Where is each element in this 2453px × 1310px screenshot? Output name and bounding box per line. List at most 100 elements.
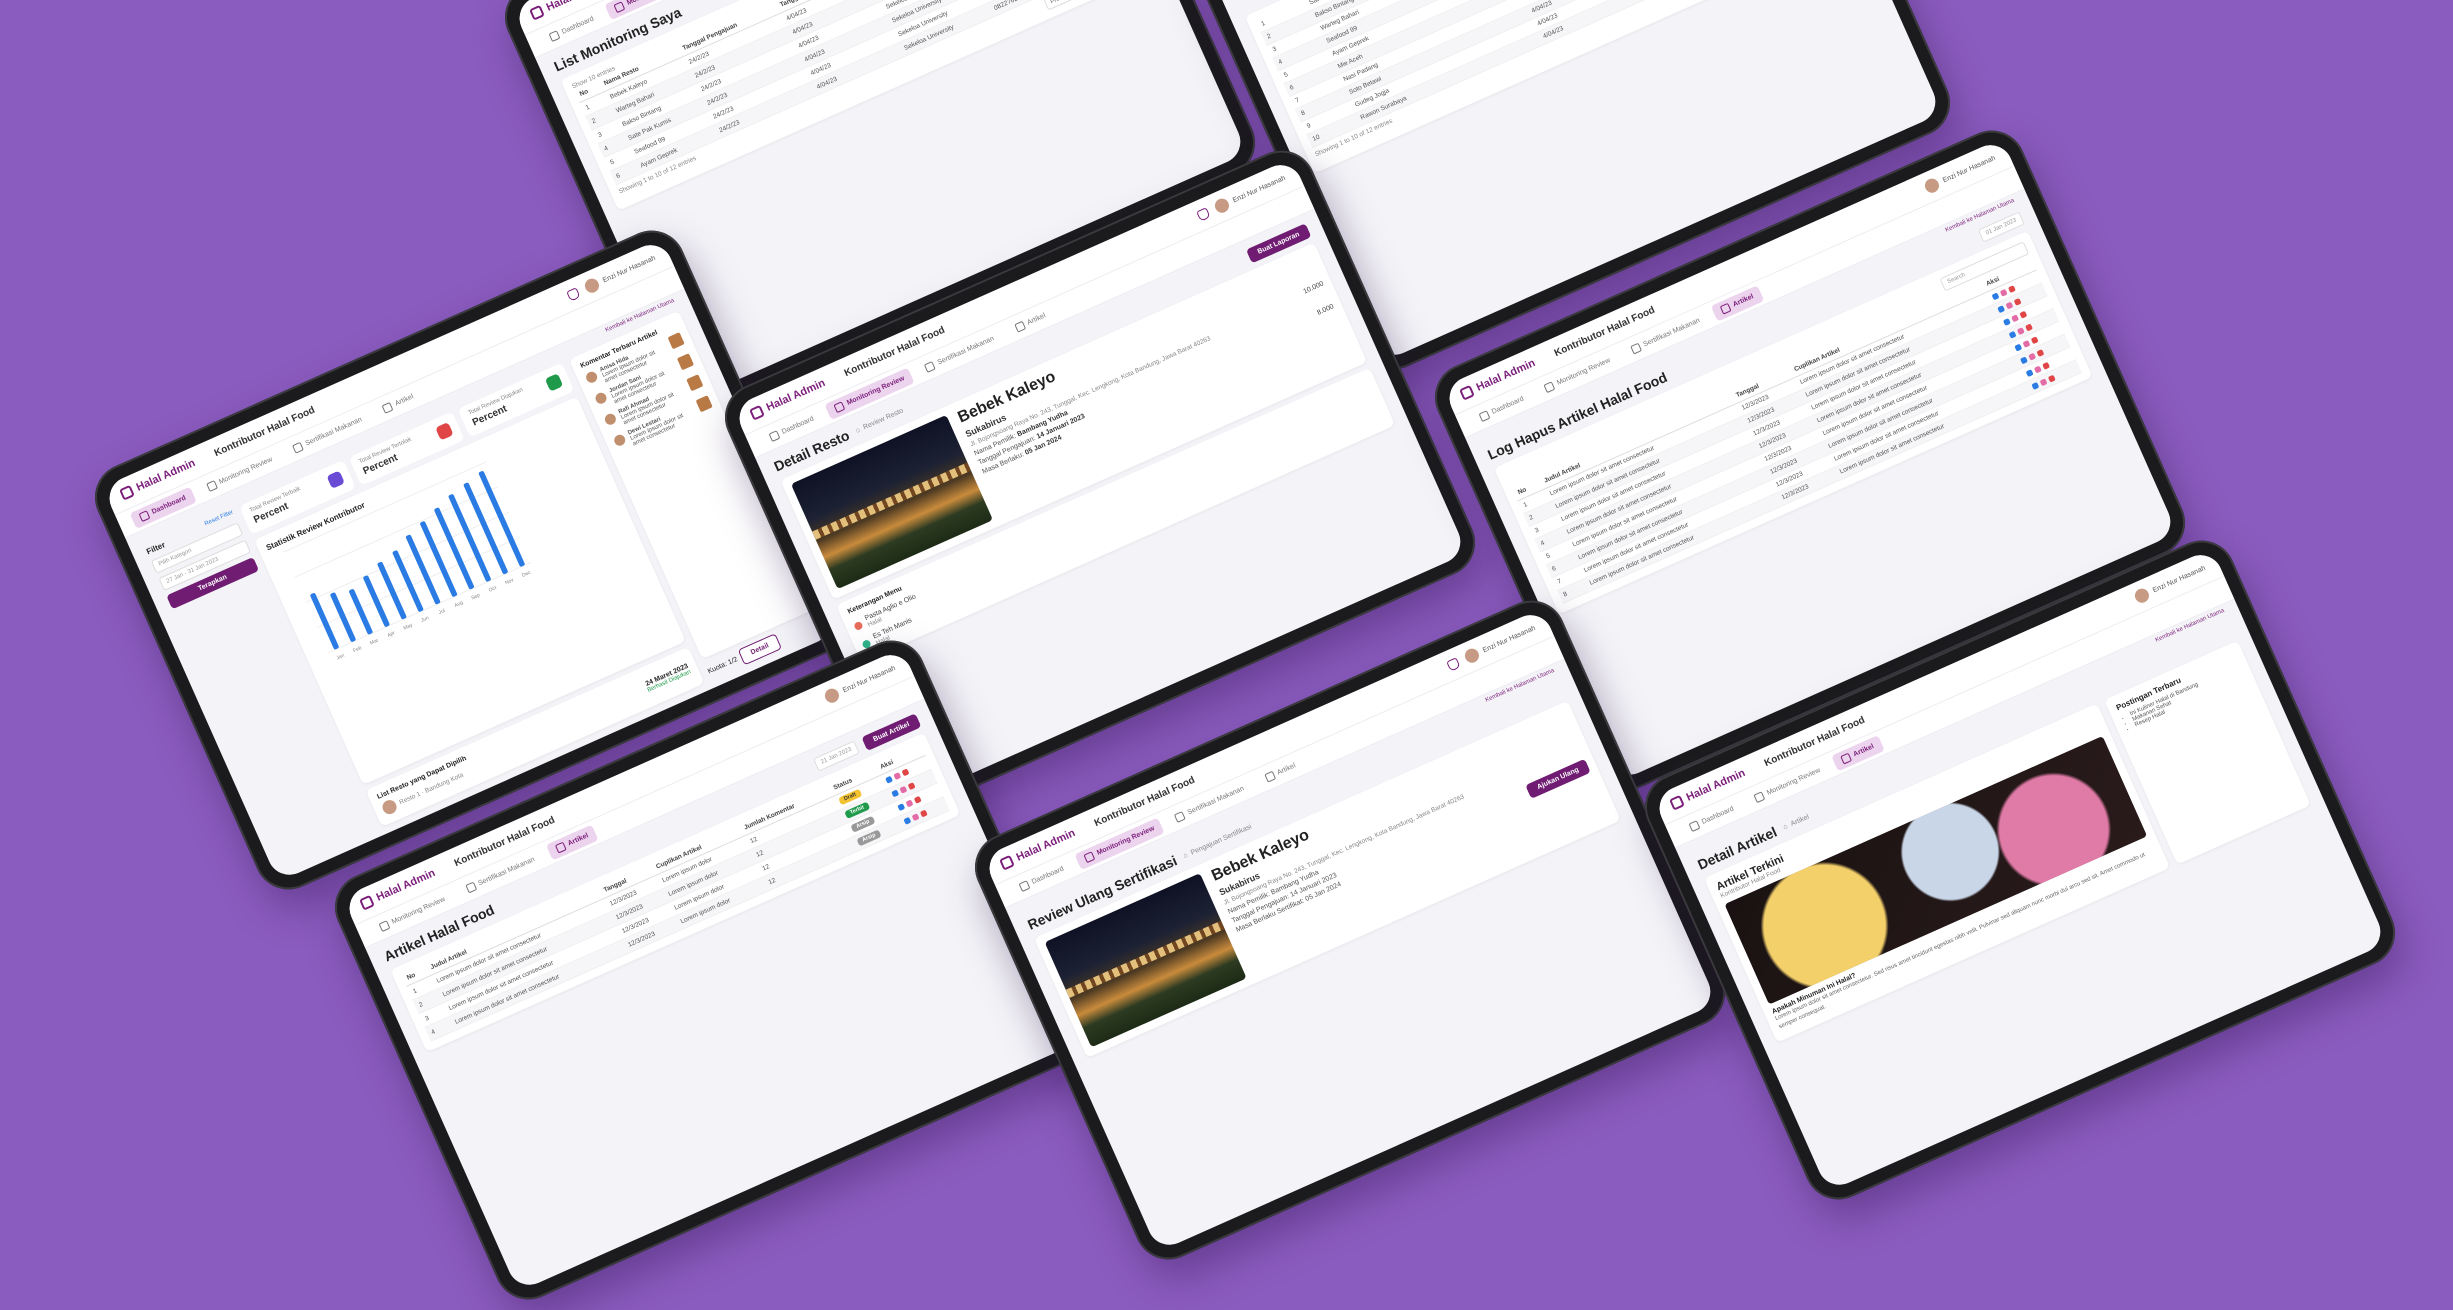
halal-logo-icon	[119, 484, 135, 501]
view-icon[interactable]	[2030, 381, 2039, 390]
avatar	[1922, 176, 1942, 195]
view-icon[interactable]	[2013, 343, 2022, 352]
restore-icon[interactable]	[2027, 352, 2036, 361]
view-icon[interactable]	[2025, 368, 2034, 377]
delete-icon[interactable]	[2024, 323, 2033, 332]
nav-label: Artikel	[1025, 311, 1047, 327]
resto-avatar	[380, 797, 399, 817]
notification-icon[interactable]	[1196, 206, 1211, 222]
certificate-icon	[1629, 342, 1642, 355]
review-thumbnail	[667, 332, 685, 350]
delete-icon[interactable]	[913, 795, 922, 804]
x-tick-label: Dec	[521, 570, 532, 579]
view-icon[interactable]	[2008, 330, 2017, 339]
delete-icon[interactable]	[2041, 361, 2050, 370]
edit-icon[interactable]	[893, 772, 902, 780]
delete-icon[interactable]	[920, 809, 928, 818]
x-tick-label: May	[403, 622, 415, 632]
nav-label: Dashboard	[560, 15, 595, 36]
home-icon[interactable]: ⌂	[854, 426, 861, 434]
x-tick-label: Feb	[352, 645, 363, 654]
delete-icon[interactable]	[907, 782, 916, 790]
list-icon	[613, 0, 626, 13]
certificate-icon	[924, 360, 936, 373]
view-icon[interactable]	[2019, 356, 2028, 364]
restore-icon[interactable]	[2005, 301, 2013, 310]
view-icon[interactable]	[891, 789, 900, 798]
resto-table-card: 1Sate Pak Kumis4/04/23Sekeloa University…	[1244, 0, 1849, 174]
x-tick-label: Jun	[420, 615, 430, 624]
restore-icon[interactable]	[2039, 377, 2048, 386]
x-tick-label: Jan	[336, 653, 346, 662]
nav-label: Dashboard	[1700, 805, 1735, 826]
view-icon[interactable]	[1996, 304, 2005, 313]
home-icon[interactable]: ⌂	[1182, 851, 1189, 859]
delete-icon[interactable]	[901, 768, 910, 777]
delete-icon[interactable]	[2013, 297, 2022, 306]
review-thumbnail	[676, 353, 695, 371]
avatar	[582, 276, 602, 295]
view-icon[interactable]	[1991, 292, 2000, 301]
nav-label: Artikel	[1731, 292, 1755, 309]
halal-logo-icon	[999, 854, 1015, 871]
list-icon	[1543, 380, 1556, 393]
delete-icon[interactable]	[2036, 348, 2044, 357]
notification-icon[interactable]	[566, 286, 581, 302]
restore-icon[interactable]	[1999, 288, 2008, 297]
delete-icon[interactable]	[2030, 335, 2039, 344]
edit-icon[interactable]	[905, 799, 914, 808]
delete-icon[interactable]	[2007, 284, 2016, 293]
halal-logo-icon	[529, 4, 545, 21]
x-tick-label: Aug	[454, 600, 465, 609]
home-icon	[1478, 409, 1491, 422]
reviewer-avatar	[593, 390, 609, 406]
certificate-icon	[1174, 810, 1186, 823]
avatar	[2132, 586, 2152, 605]
nav-label: Artikel	[1275, 761, 1297, 777]
reviewer-avatar	[584, 369, 599, 385]
bar[interactable]	[434, 507, 475, 590]
edit-icon[interactable]	[911, 813, 920, 822]
x-tick-label: Mar	[369, 637, 380, 646]
restore-icon[interactable]	[2016, 326, 2025, 335]
home-icon[interactable]: ⌂	[1782, 823, 1789, 831]
nav-label: Artikel	[566, 831, 590, 848]
avatar	[1462, 646, 1482, 665]
view-icon[interactable]	[885, 775, 894, 784]
halal-logo-icon	[1669, 794, 1685, 811]
bar[interactable]	[448, 494, 492, 583]
home-icon	[1688, 819, 1701, 832]
resto-name: Resto 1	[398, 790, 422, 806]
review-thumbnail	[695, 395, 713, 413]
view-icon[interactable]	[897, 803, 906, 812]
delete-icon[interactable]	[2018, 310, 2027, 319]
halal-logo-icon	[359, 894, 375, 911]
notification-icon[interactable]	[1446, 656, 1461, 672]
breadcrumb-current: Artikel	[1789, 813, 1811, 828]
resubmit-button[interactable]: Ajukan Ulang	[1525, 758, 1591, 799]
reviewer-avatar	[603, 411, 618, 427]
certificate-icon	[291, 441, 304, 454]
bar[interactable]	[330, 592, 357, 642]
edit-icon[interactable]	[899, 785, 908, 794]
x-tick-label: Oct	[488, 585, 498, 594]
restore-icon[interactable]	[2033, 365, 2042, 374]
restore-icon[interactable]	[2010, 314, 2019, 322]
x-tick-label: Jul	[438, 608, 446, 616]
view-icon[interactable]	[903, 816, 912, 825]
halal-logo-icon	[1459, 384, 1475, 401]
bar[interactable]	[420, 521, 458, 598]
article-icon	[554, 841, 567, 854]
restore-icon[interactable]	[2022, 339, 2031, 348]
article-icon	[1719, 302, 1732, 315]
bar[interactable]	[463, 482, 508, 575]
view-icon[interactable]	[2002, 317, 2011, 326]
nav-label: Dashboard	[1490, 395, 1525, 416]
price-1: 10.000	[1302, 280, 1325, 296]
delete-icon[interactable]	[2047, 374, 2056, 383]
home-icon	[548, 29, 561, 42]
avatar	[822, 686, 842, 705]
x-tick-label: Nov	[504, 577, 515, 586]
page-button[interactable]: Previous	[1043, 0, 1081, 11]
gridline	[317, 536, 521, 628]
